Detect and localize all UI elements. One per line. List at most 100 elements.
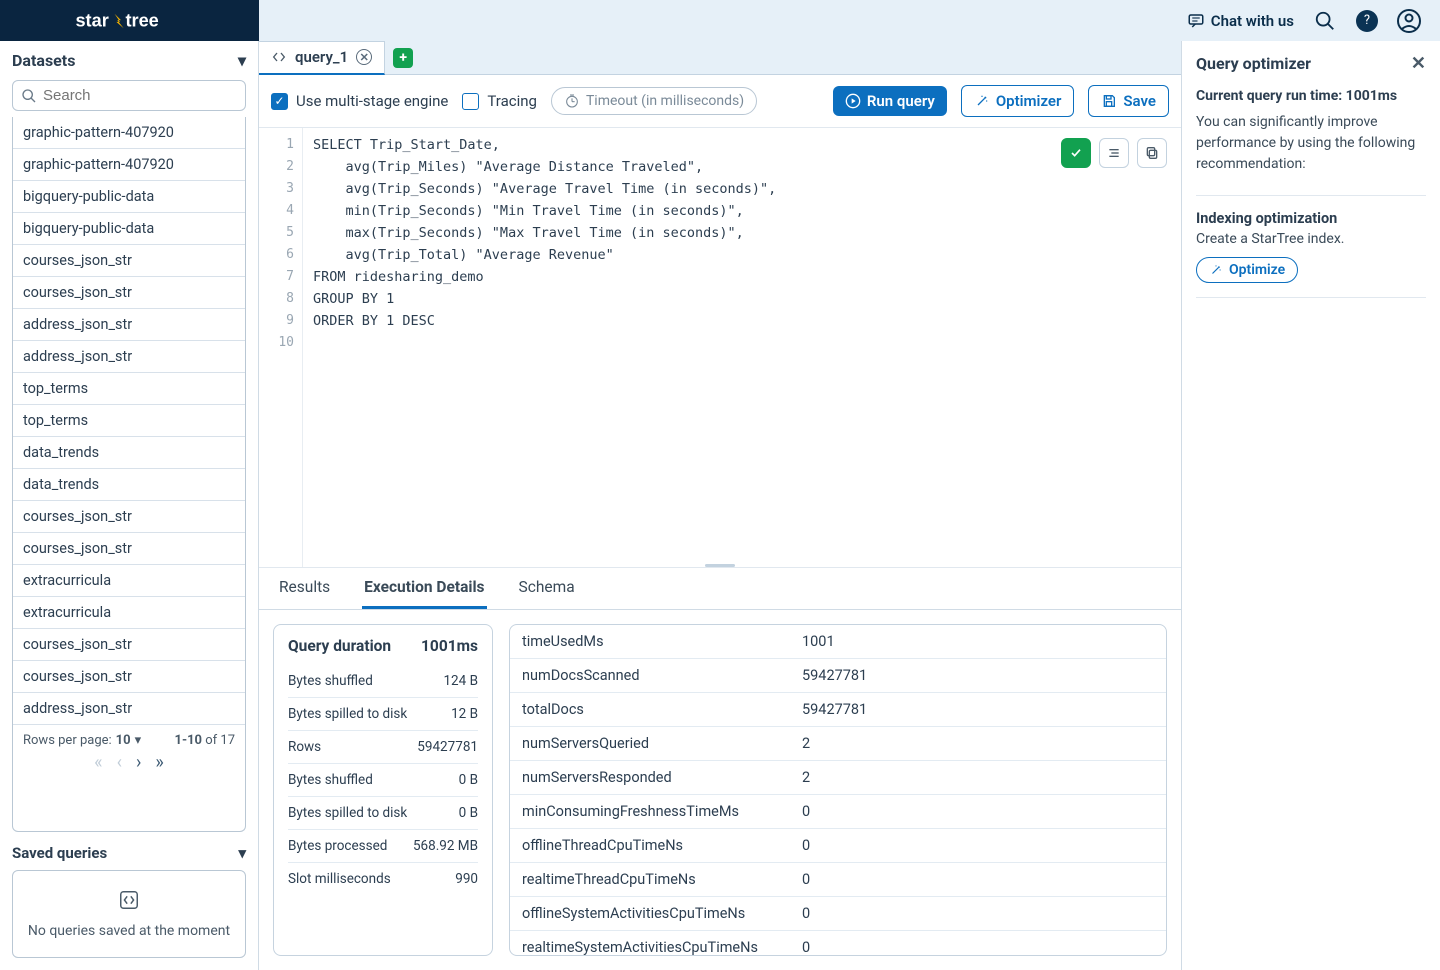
- dataset-item[interactable]: graphic-pattern-407920: [13, 117, 245, 148]
- tracing-checkbox[interactable]: Tracing: [462, 92, 537, 110]
- dataset-item[interactable]: data_trends: [13, 468, 245, 500]
- duration-row: Bytes shuffled124 B: [288, 665, 478, 698]
- wand-icon: [974, 93, 990, 109]
- chat-icon: [1187, 12, 1205, 30]
- run-query-button[interactable]: Run query: [833, 86, 947, 116]
- pager: Rows per page: 10 ▾ 1-10 of 17 « ‹ › »: [13, 724, 245, 780]
- search-icon[interactable]: [1314, 10, 1336, 32]
- dataset-item[interactable]: bigquery-public-data: [13, 212, 245, 244]
- account-icon[interactable]: [1398, 10, 1420, 32]
- sql-editor[interactable]: 12345678910 SELECT Trip_Start_Date, avg(…: [259, 128, 1181, 568]
- code-area[interactable]: SELECT Trip_Start_Date, avg(Trip_Miles) …: [303, 128, 1181, 567]
- help-icon[interactable]: ?: [1356, 10, 1378, 32]
- close-icon[interactable]: ✕: [1411, 53, 1426, 74]
- save-icon: [1101, 93, 1117, 109]
- optimizer-panel: Query optimizer ✕ Current query run time…: [1182, 41, 1440, 970]
- datasets-header[interactable]: Datasets ▾: [0, 41, 258, 80]
- dataset-item[interactable]: courses_json_str: [13, 660, 245, 692]
- page-first-icon[interactable]: «: [94, 754, 102, 772]
- logo[interactable]: star tree: [0, 0, 259, 41]
- duration-row: Bytes shuffled0 B: [288, 764, 478, 797]
- code-icon: [118, 889, 140, 911]
- line-gutter: 12345678910: [259, 128, 303, 567]
- checkbox-icon: [462, 93, 479, 110]
- status-ok-icon: [1061, 138, 1091, 168]
- dataset-item[interactable]: extracurricula: [13, 564, 245, 596]
- duration-title: Query duration: [288, 637, 391, 655]
- dataset-item[interactable]: bigquery-public-data: [13, 180, 245, 212]
- stats-card: timeUsedMs1001numDocsScanned59427781tota…: [509, 624, 1167, 956]
- optimize-label: Optimize: [1229, 262, 1285, 278]
- page-prev-icon[interactable]: ‹: [117, 754, 122, 772]
- save-label: Save: [1123, 92, 1156, 110]
- optimize-button[interactable]: Optimize: [1196, 257, 1298, 283]
- editor-tabs: query_1 ✕ +: [259, 41, 1181, 75]
- optimizer-title: Query optimizer: [1196, 54, 1311, 73]
- optimizer-button[interactable]: Optimizer: [961, 85, 1075, 117]
- optimizer-label: Optimizer: [996, 92, 1062, 110]
- dataset-item[interactable]: courses_json_str: [13, 628, 245, 660]
- close-icon[interactable]: ✕: [356, 49, 372, 65]
- tracing-label: Tracing: [487, 92, 537, 110]
- saved-queries-header[interactable]: Saved queries ▾: [0, 832, 258, 870]
- page-next-icon[interactable]: ›: [136, 754, 141, 772]
- saved-empty-text: No queries saved at the moment: [23, 923, 235, 939]
- tab-query-1[interactable]: query_1 ✕: [259, 41, 385, 75]
- multi-stage-checkbox[interactable]: Use multi-stage engine: [271, 92, 448, 110]
- add-tab-button[interactable]: +: [393, 48, 413, 68]
- stats-row: totalDocs59427781: [510, 693, 1166, 727]
- clock-icon: [564, 93, 580, 109]
- dataset-item[interactable]: courses_json_str: [13, 276, 245, 308]
- sidebar: Datasets ▾ graphic-pattern-407920graphic…: [0, 41, 259, 970]
- copy-button[interactable]: [1137, 138, 1167, 168]
- dataset-item[interactable]: data_trends: [13, 436, 245, 468]
- save-button[interactable]: Save: [1088, 85, 1169, 117]
- content: query_1 ✕ + Use multi-stage engine Traci…: [259, 41, 1182, 970]
- dataset-item[interactable]: courses_json_str: [13, 532, 245, 564]
- saved-title: Saved queries: [12, 844, 107, 862]
- query-duration-card: Query duration 1001ms Bytes shuffled124 …: [273, 624, 493, 956]
- svg-text:star: star: [75, 11, 108, 30]
- stats-row: numServersQueried2: [510, 727, 1166, 761]
- stats-row: realtimeThreadCpuTimeNs0: [510, 863, 1166, 897]
- indexing-title: Indexing optimization: [1196, 210, 1426, 227]
- checkbox-icon: [271, 93, 288, 110]
- search-input[interactable]: [43, 87, 242, 104]
- dataset-item[interactable]: extracurricula: [13, 596, 245, 628]
- dataset-list[interactable]: graphic-pattern-407920graphic-pattern-40…: [12, 117, 246, 832]
- dataset-item[interactable]: top_terms: [13, 404, 245, 436]
- timeout-placeholder: Timeout (in milliseconds): [586, 93, 744, 109]
- dataset-item[interactable]: courses_json_str: [13, 244, 245, 276]
- toolbar: Use multi-stage engine Tracing Timeout (…: [259, 75, 1181, 128]
- dataset-item[interactable]: courses_json_str: [13, 500, 245, 532]
- dataset-item[interactable]: top_terms: [13, 372, 245, 404]
- multi-stage-label: Use multi-stage engine: [296, 92, 448, 110]
- tab-execution-details[interactable]: Execution Details: [362, 568, 486, 609]
- duration-row: Bytes processed568.92 MB: [288, 830, 478, 863]
- optimizer-intro: You can significantly improve performanc…: [1196, 112, 1426, 175]
- dataset-search[interactable]: [12, 80, 246, 111]
- tab-schema[interactable]: Schema: [517, 568, 577, 609]
- stats-row: offlineThreadCpuTimeNs0: [510, 829, 1166, 863]
- results-body: Query duration 1001ms Bytes shuffled124 …: [259, 610, 1181, 970]
- tab-results[interactable]: Results: [277, 568, 332, 609]
- format-button[interactable]: [1099, 138, 1129, 168]
- duration-row: Slot milliseconds990: [288, 863, 478, 895]
- timeout-input[interactable]: Timeout (in milliseconds): [551, 87, 757, 115]
- stats-row: timeUsedMs1001: [510, 625, 1166, 659]
- dataset-item[interactable]: address_json_str: [13, 308, 245, 340]
- chat-label: Chat with us: [1211, 12, 1294, 30]
- datasets-title: Datasets: [12, 51, 75, 70]
- caret-down-icon[interactable]: ▾: [238, 51, 246, 70]
- run-label: Run query: [867, 92, 935, 110]
- stats-row: realtimeSystemActivitiesCpuTimeNs0: [510, 931, 1166, 956]
- duration-row: Bytes spilled to disk12 B: [288, 698, 478, 731]
- caret-down-icon[interactable]: ▾: [238, 844, 246, 862]
- runtime-label: Current query run time: 1001ms: [1196, 88, 1426, 104]
- chat-with-us-link[interactable]: Chat with us: [1187, 12, 1294, 30]
- code-icon: [271, 49, 287, 65]
- dataset-item[interactable]: address_json_str: [13, 340, 245, 372]
- dataset-item[interactable]: address_json_str: [13, 692, 245, 724]
- page-last-icon[interactable]: »: [155, 754, 163, 772]
- dataset-item[interactable]: graphic-pattern-407920: [13, 148, 245, 180]
